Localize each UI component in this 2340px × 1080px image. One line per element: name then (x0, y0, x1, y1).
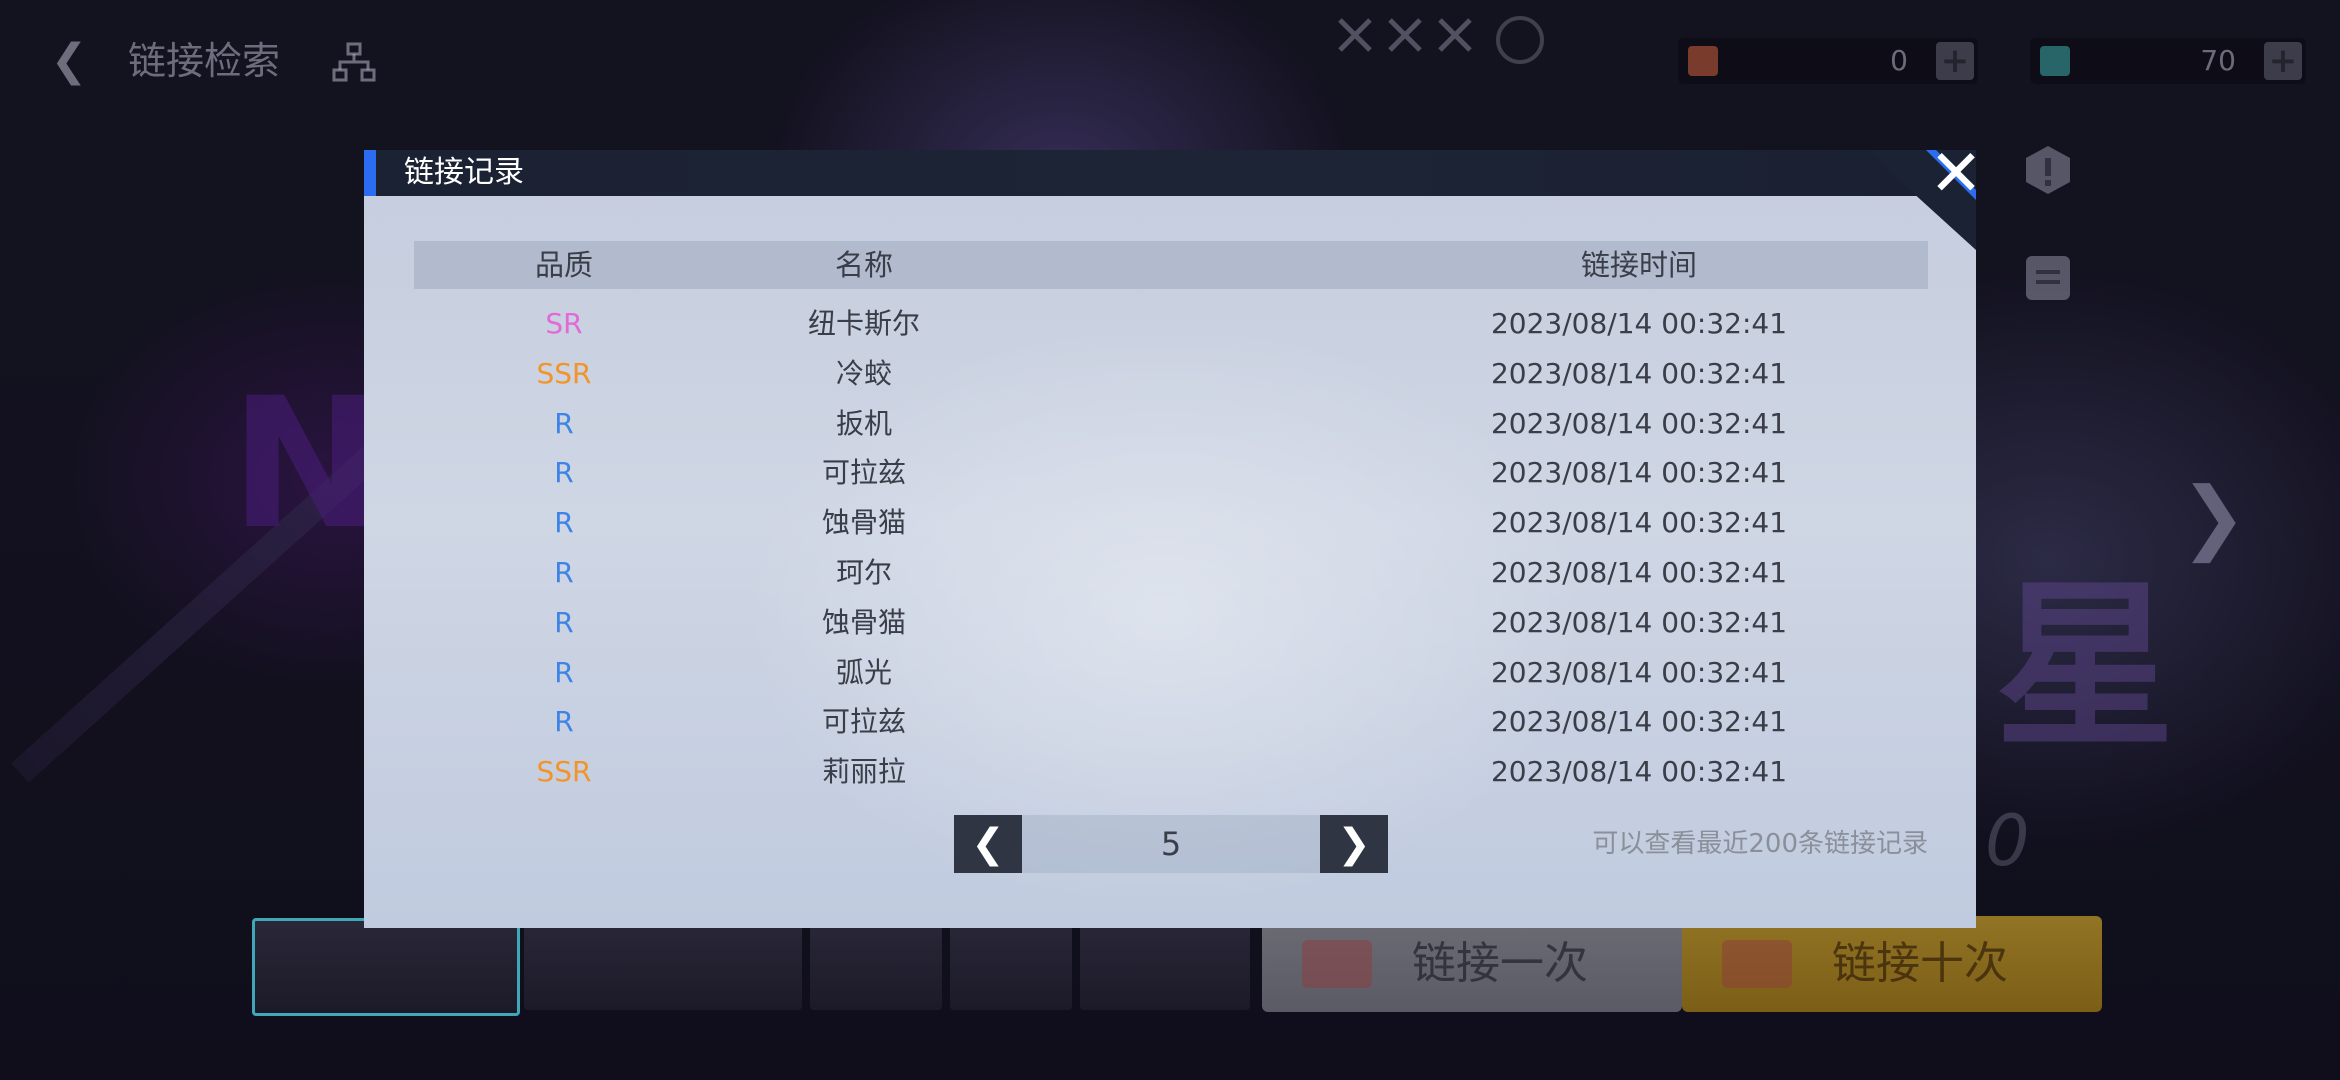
name-cell: 蚀骨猫 (821, 605, 906, 639)
ticket-resource: 0 + (1678, 38, 1978, 84)
quality-cell: R (554, 456, 574, 490)
time-cell: 2023/08/14 00:32:41 (1490, 705, 1788, 739)
quality-cell: R (554, 655, 574, 689)
time-cell: 2023/08/14 00:32:41 (1490, 555, 1788, 589)
next-banner-icon[interactable]: ❯ (2180, 470, 2247, 563)
pull-once-button[interactable]: 链接一次 (1262, 916, 1682, 1012)
table-row: R 弧光 2023/08/14 00:32:41 (414, 648, 1928, 698)
record-list: SR 纽卡斯尔 2023/08/14 00:32:41 SSR 冷蛟 2023/08/14… (414, 299, 1928, 797)
page-title: 链接检索 (128, 39, 281, 83)
ticket-icon (1688, 46, 1718, 76)
column-header-quality: 品质 (534, 248, 593, 282)
dialog-header: 链接记录 (364, 150, 1976, 196)
quality-cell: SR (545, 307, 583, 340)
ticket-icon (1722, 940, 1792, 988)
table-row: R 蚀骨猫 2023/08/14 00:32:41 (414, 498, 1928, 548)
banner-thumbnail[interactable] (810, 918, 942, 1010)
name-cell: 可拉兹 (821, 705, 906, 739)
time-cell: 2023/08/14 00:32:41 (1490, 456, 1788, 490)
record-limit-note: 可以查看最近200条链接记录 (1592, 829, 1928, 859)
details-icon[interactable] (2020, 250, 2076, 306)
previous-page-button[interactable]: ❮ (954, 815, 1022, 873)
column-header-name: 名称 (834, 248, 893, 282)
page-number: 5 (1022, 815, 1320, 873)
pull-ten-label: 链接十次 (1832, 938, 2008, 989)
time-cell: 2023/08/14 00:32:41 (1490, 406, 1788, 440)
game-screen: NE 星 0 ❮ 链接检索 0 + 70 + ❯ 链接一次 链接十次 链接记录 … (0, 0, 2340, 1080)
add-crystal-button[interactable]: + (2264, 42, 2302, 80)
name-cell: 扳机 (835, 406, 892, 440)
hierarchy-icon[interactable] (330, 38, 378, 86)
quality-cell: R (554, 555, 574, 589)
banner-thumbnail[interactable] (1080, 918, 1250, 1010)
banner-thumbnail[interactable] (252, 918, 520, 1016)
quality-cell: SSR (536, 356, 592, 390)
table-row: SR 纽卡斯尔 2023/08/14 00:32:41 (414, 299, 1928, 349)
table-row: SSR 冷蛟 2023/08/14 00:32:41 (414, 349, 1928, 399)
table-header: 品质 名称 链接时间 (414, 241, 1928, 289)
table-row: SSR 莉丽拉 2023/08/14 00:32:41 (414, 747, 1928, 797)
next-page-button[interactable]: ❯ (1320, 815, 1388, 873)
time-cell: 2023/08/14 00:32:41 (1490, 605, 1788, 639)
banner-thumbnail[interactable] (950, 918, 1072, 1010)
name-cell: 弧光 (835, 655, 892, 689)
name-cell: 蚀骨猫 (821, 506, 906, 540)
time-cell: 2023/08/14 00:32:41 (1490, 356, 1788, 390)
pagination: ❮ 5 ❯ (954, 815, 1388, 873)
link-record-dialog: 链接记录 品质 名称 链接时间 SR 纽卡斯尔 2023/08/14 00:32:4… (364, 150, 1976, 928)
name-cell: 冷蛟 (835, 356, 892, 390)
header-accent-bar (364, 150, 376, 196)
crystal-count: 70 (2200, 44, 2236, 77)
quality-cell: R (554, 506, 574, 540)
name-cell: 可拉兹 (821, 456, 906, 490)
name-cell: 纽卡斯尔 (807, 307, 920, 340)
quality-cell: R (554, 605, 574, 639)
quality-cell: SSR (536, 755, 592, 789)
banner-thumbnail[interactable] (524, 918, 802, 1010)
back-arrow-icon[interactable]: ❮ (44, 36, 94, 86)
table-row: R 蚀骨猫 2023/08/14 00:32:41 (414, 598, 1928, 648)
name-cell: 莉丽拉 (821, 755, 906, 789)
table-row: R 珂尔 2023/08/14 00:32:41 (414, 548, 1928, 598)
ticket-icon (1302, 940, 1372, 988)
time-cell: 2023/08/14 00:32:41 (1490, 755, 1788, 789)
game-logo (1338, 16, 1544, 64)
time-cell: 2023/08/14 00:32:41 (1490, 655, 1788, 689)
add-ticket-button[interactable]: + (1936, 42, 1974, 80)
pull-once-label: 链接一次 (1412, 938, 1588, 989)
close-icon[interactable]: ✕ (1924, 142, 1988, 206)
table-row: R 可拉兹 2023/08/14 00:32:41 (414, 697, 1928, 747)
info-icon[interactable] (2020, 142, 2076, 198)
crystal-resource: 70 + (2030, 38, 2306, 84)
table-row: R 扳机 2023/08/14 00:32:41 (414, 399, 1928, 449)
quality-cell: R (554, 705, 574, 739)
pull-ten-button[interactable]: 链接十次 (1682, 916, 2102, 1012)
ticket-count: 0 (1890, 44, 1908, 77)
quality-cell: R (554, 406, 574, 440)
time-cell: 2023/08/14 00:32:41 (1490, 506, 1788, 540)
crystal-icon (2040, 46, 2070, 76)
time-cell: 2023/08/14 00:32:41 (1490, 307, 1788, 340)
table-row: R 可拉兹 2023/08/14 00:32:41 (414, 448, 1928, 498)
dialog-title: 链接记录 (404, 155, 524, 190)
column-header-time: 链接时间 (1580, 248, 1697, 282)
name-cell: 珂尔 (835, 555, 892, 589)
